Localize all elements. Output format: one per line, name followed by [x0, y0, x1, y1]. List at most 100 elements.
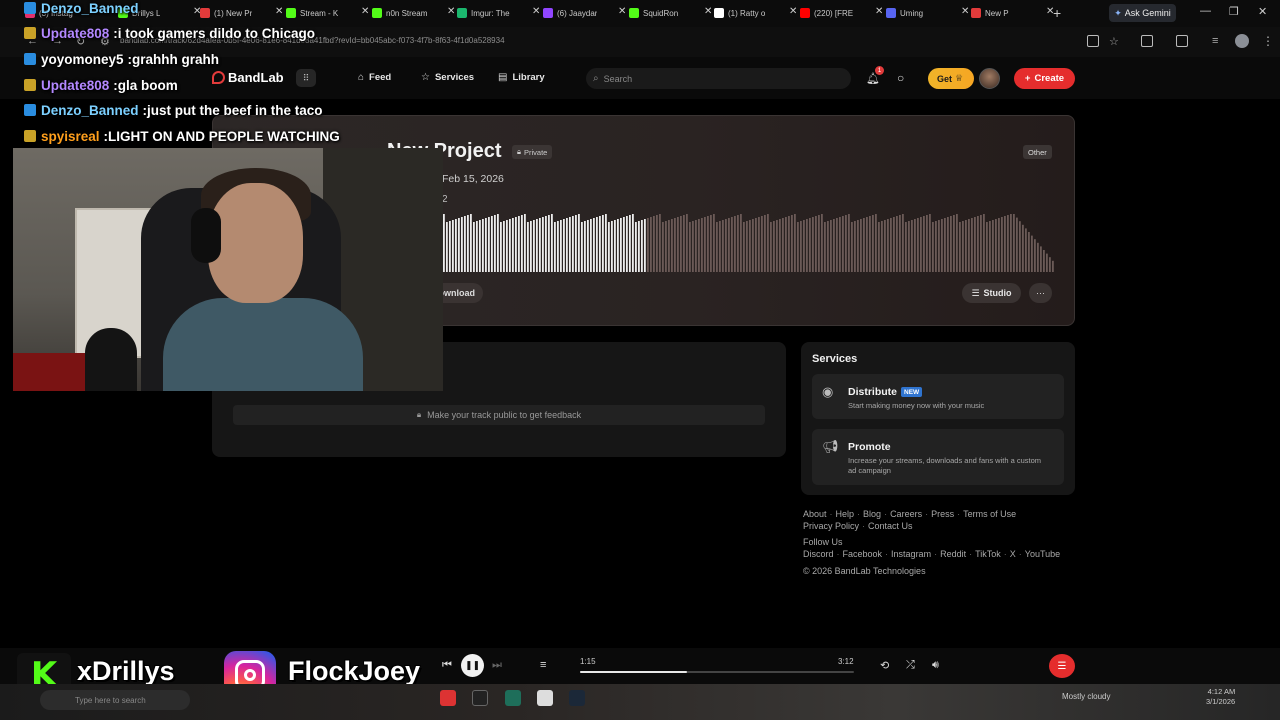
waveform-bar	[473, 222, 475, 272]
apps-grid-button[interactable]: ⠿	[296, 69, 316, 87]
tab-close-icon[interactable]: ✕	[961, 7, 969, 17]
install-app-icon[interactable]	[1087, 35, 1099, 47]
previous-track-icon[interactable]: ⏮	[442, 659, 452, 672]
repeat-icon[interactable]: ⟲	[880, 659, 889, 672]
weather-status[interactable]: Mostly cloudy	[1062, 692, 1110, 701]
tab-close-icon[interactable]: ✕	[704, 7, 712, 17]
social-link[interactable]: TikTok	[975, 549, 1001, 559]
get-membership-button[interactable]: Get ♕	[928, 68, 974, 89]
taskbar-search[interactable]: Type here to search	[40, 690, 190, 710]
social-link[interactable]: Facebook	[843, 549, 883, 559]
browser-tab[interactable]: SquidRon	[629, 4, 678, 22]
social-link[interactable]: Discord	[803, 549, 834, 559]
tab-close-icon[interactable]: ✕	[875, 7, 883, 17]
pause-button[interactable]: ❚❚	[461, 654, 484, 677]
footer-link[interactable]: Press	[931, 509, 954, 519]
tab-close-icon[interactable]: ✕	[618, 7, 626, 17]
browser-tab[interactable]: n0n Stream	[372, 4, 427, 22]
waveform-bar	[701, 218, 703, 272]
create-button[interactable]: + Create	[1014, 68, 1075, 89]
waveform-bar	[539, 218, 541, 272]
taskbar-clock[interactable]: 4:12 AM 3/1/2026	[1206, 687, 1235, 707]
close-window-icon[interactable]: ✕	[1258, 5, 1267, 18]
shuffle-icon[interactable]: ⤮	[906, 659, 915, 672]
waveform-bar	[506, 220, 508, 272]
split-view-icon[interactable]	[1176, 35, 1188, 47]
footer-link[interactable]: Terms of Use	[963, 509, 1016, 519]
open-in-studio-button[interactable]: ☰ Studio	[962, 283, 1021, 303]
tab-favicon-icon	[457, 8, 467, 18]
extensions-icon[interactable]	[1141, 35, 1153, 47]
volume-icon[interactable]: 🔊︎	[932, 659, 939, 672]
more-options-button[interactable]: ···	[1029, 283, 1052, 303]
footer-link[interactable]: About	[803, 509, 827, 519]
browser-menu-icon[interactable]: ⋮	[1262, 34, 1274, 48]
browser-tab[interactable]: (6) Jaaydar	[543, 4, 597, 22]
tab-close-icon[interactable]: ✕	[275, 7, 283, 17]
browser-tab[interactable]: Imgur: The	[457, 4, 510, 22]
waveform-bar	[749, 220, 751, 272]
next-track-icon[interactable]: ⏭	[492, 659, 502, 672]
social-link[interactable]: X	[1010, 549, 1016, 559]
ask-gemini-button[interactable]: ✦ Ask Gemini	[1109, 4, 1176, 22]
footer-link[interactable]: Privacy Policy	[803, 521, 859, 531]
footer-link[interactable]: Help	[836, 509, 855, 519]
service-promote[interactable]: 📢︎ Promote Increase your streams, downlo…	[812, 429, 1064, 485]
nav-feed-label: Feed	[369, 72, 392, 83]
social-link[interactable]: Reddit	[940, 549, 966, 559]
waveform-bar	[452, 220, 454, 272]
new-tab-button[interactable]: +	[1053, 5, 1061, 21]
browser-tab[interactable]: (1) Ratty o	[714, 4, 765, 22]
search-input[interactable]	[603, 73, 824, 84]
browser-tab[interactable]: (220) [FRE	[800, 4, 853, 22]
total-time: 3:12	[838, 657, 854, 666]
chat-badge-icon	[24, 130, 36, 142]
waveform-bar	[650, 217, 652, 272]
search-bar[interactable]: ⌕	[586, 68, 851, 89]
playback-progress[interactable]	[580, 671, 854, 673]
bandlab-logo[interactable]: BandLab	[212, 70, 284, 85]
tab-close-icon[interactable]: ✕	[361, 7, 369, 17]
tab-close-icon[interactable]: ✕	[789, 7, 797, 17]
nav-services[interactable]: ☆ Services	[421, 72, 474, 83]
bandlab-logo-text: BandLab	[228, 70, 284, 85]
browser-tab[interactable]: New P	[971, 4, 1009, 22]
clock-date: 3/1/2026	[1206, 697, 1236, 706]
user-avatar[interactable]	[979, 68, 1000, 89]
minimize-icon[interactable]: —	[1200, 5, 1211, 17]
waveform[interactable]	[443, 210, 1055, 272]
messages-search-icon[interactable]: ○	[897, 71, 904, 85]
waveform-bar	[698, 219, 700, 272]
service-distribute[interactable]: ◉ Distribute NEW Start making money now w…	[812, 374, 1064, 419]
tab-close-icon[interactable]: ✕	[447, 7, 455, 17]
social-link[interactable]: Instagram	[891, 549, 931, 559]
bookmark-star-icon[interactable]: ☆	[1109, 35, 1119, 48]
epic-games-icon[interactable]	[472, 690, 488, 706]
browser-tab[interactable]: Uming	[886, 4, 923, 22]
waveform-bar	[455, 219, 457, 272]
chat-username: spyisreal	[41, 128, 100, 144]
waveform-bar	[947, 217, 949, 272]
tab-close-icon[interactable]: ✕	[532, 7, 540, 17]
app-icon[interactable]	[440, 690, 456, 706]
footer-link[interactable]: Careers	[890, 509, 922, 519]
studio-label: Studio	[983, 288, 1012, 298]
footer-link[interactable]: Contact Us	[868, 521, 913, 531]
genre-tag[interactable]: Other	[1023, 145, 1052, 159]
maximize-icon[interactable]: ❐	[1229, 5, 1239, 18]
app-icon[interactable]	[505, 690, 521, 706]
browser-tab[interactable]: Stream - K	[286, 4, 338, 22]
browser-profile-avatar[interactable]	[1235, 34, 1249, 48]
app-icon[interactable]	[537, 690, 553, 706]
queue-button[interactable]: ☰	[1049, 654, 1075, 678]
browser-tab[interactable]: (1) New Pr	[200, 4, 252, 22]
social-link[interactable]: YouTube	[1025, 549, 1060, 559]
nav-library[interactable]: ▤ Library	[498, 72, 545, 83]
lyrics-icon[interactable]: ≡	[540, 659, 546, 671]
waveform-bar	[989, 221, 991, 272]
footer-link[interactable]: Blog	[863, 509, 881, 519]
steam-icon[interactable]	[569, 690, 585, 706]
media-control-icon[interactable]: ≡	[1212, 35, 1218, 47]
waveform-bar	[587, 220, 589, 272]
nav-feed[interactable]: ⌂ Feed	[358, 72, 391, 83]
